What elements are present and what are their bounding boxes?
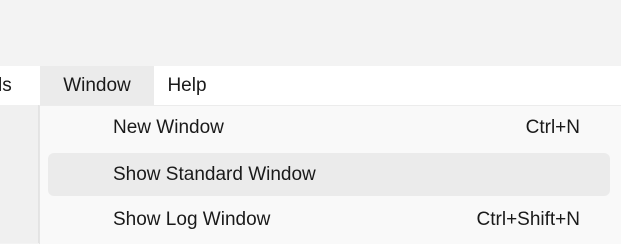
menu-item-label: Show Standard Window	[113, 164, 316, 185]
menu-item-label: New Window	[113, 117, 224, 138]
menu-window-label: Window	[63, 75, 131, 96]
menu-item-label: Show Log Window	[113, 209, 271, 230]
menu-item-shortcut: Ctrl+N	[525, 117, 580, 138]
menu-item-new-window[interactable]: New Window Ctrl+N	[48, 106, 610, 149]
menu-tools-label: ls	[0, 75, 12, 96]
title-bar	[0, 0, 621, 66]
menu-help[interactable]: Help	[156, 66, 218, 105]
menu-item-shortcut: Ctrl+Shift+N	[476, 209, 580, 230]
left-panel	[0, 105, 39, 243]
menu-help-label: Help	[167, 75, 207, 96]
menu-window[interactable]: Window	[40, 66, 154, 105]
menu-item-show-log-window[interactable]: Show Log Window Ctrl+Shift+N	[48, 198, 610, 241]
menu-tools-partial[interactable]: ls	[0, 66, 38, 105]
menu-item-show-standard-window[interactable]: Show Standard Window	[48, 153, 610, 196]
menu-bar: ls Window Help	[0, 66, 621, 105]
window-menu-dropdown: New Window Ctrl+N Show Standard Window S…	[39, 105, 621, 244]
